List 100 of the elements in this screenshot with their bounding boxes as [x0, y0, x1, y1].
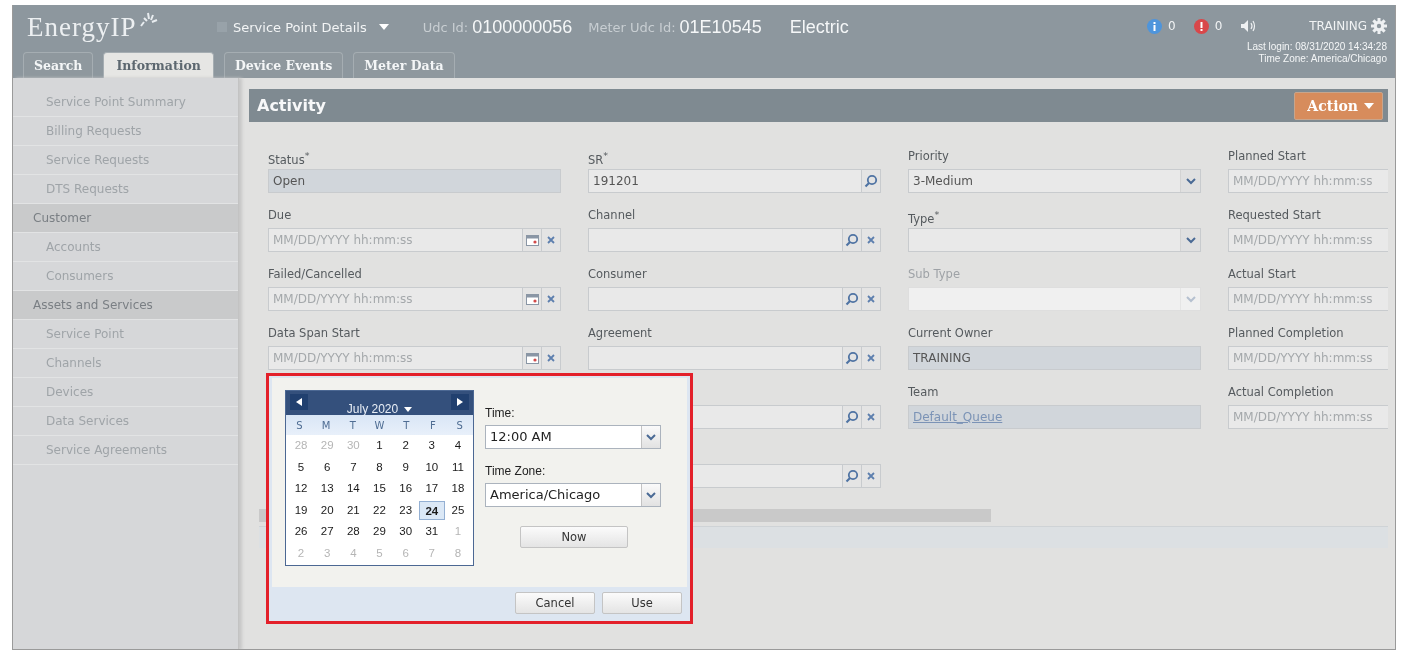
weekday-label: F — [429, 419, 437, 431]
calendar-day[interactable]: 10 — [418, 456, 445, 478]
tab[interactable]: Meter Data — [353, 52, 455, 78]
input-field[interactable] — [588, 346, 843, 370]
input-field[interactable]: 191201 — [588, 169, 862, 193]
search-icon — [845, 233, 859, 247]
field-label: Time: — [485, 406, 516, 422]
calendar-day[interactable]: 31 — [418, 521, 445, 543]
calendar-day[interactable]: 17 — [418, 478, 445, 500]
caret-icon — [404, 406, 413, 412]
calendar-day[interactable]: 19 — [288, 499, 315, 521]
calendar-day[interactable]: 8 — [366, 456, 393, 478]
alert-icon[interactable] — [1193, 18, 1209, 34]
clear-button[interactable] — [862, 287, 881, 311]
clear-button[interactable] — [862, 405, 881, 429]
search-button[interactable] — [843, 405, 862, 429]
close-icon — [866, 471, 876, 481]
calendar-button[interactable] — [523, 346, 542, 370]
calendar-day[interactable]: 18 — [444, 478, 471, 500]
clear-button[interactable] — [542, 228, 561, 252]
calendar-day[interactable]: 12 — [288, 478, 315, 500]
tab[interactable]: Device Events — [223, 52, 344, 78]
calendar-icon — [525, 293, 539, 305]
search-button[interactable] — [843, 228, 862, 252]
id-value: 0100000056 — [472, 16, 573, 39]
calendar-day[interactable]: 28 — [340, 521, 367, 543]
clear-button[interactable] — [542, 287, 561, 311]
calendar-day[interactable]: 25 — [444, 499, 471, 521]
calendar-day[interactable]: 29 — [366, 521, 393, 543]
field-label: Channel — [588, 208, 637, 224]
action-button[interactable]: Action — [1294, 91, 1383, 120]
calendar-day[interactable]: 14 — [340, 478, 367, 500]
calendar-day[interactable]: 1 — [366, 435, 393, 457]
weekday-label: S — [455, 419, 464, 431]
calendar-day[interactable]: 11 — [444, 456, 471, 478]
field-label: Time Zone: — [485, 464, 547, 480]
settings-icon[interactable] — [1371, 18, 1387, 34]
time-zone-text: Time Zone: America/Chicago — [1258, 53, 1387, 65]
page-menu-button[interactable]: Service Point Details — [217, 11, 389, 43]
close-icon — [546, 353, 556, 363]
field-label: Actual Start — [1228, 267, 1297, 283]
calendar-day[interactable]: 7 — [340, 456, 367, 478]
calendar-day[interactable]: 15 — [366, 478, 393, 500]
sun-rays-icon — [137, 12, 158, 28]
calendar-day[interactable]: 23 — [392, 499, 419, 521]
next-month-button[interactable] — [451, 394, 469, 410]
chevron-down-icon — [1184, 176, 1197, 186]
use-button[interactable]: Use — [602, 592, 682, 614]
search-button[interactable] — [843, 346, 862, 370]
close-icon — [866, 235, 876, 245]
tab[interactable]: Information — [103, 52, 214, 78]
calendar-button[interactable] — [523, 228, 542, 252]
input-field[interactable]: Open — [268, 169, 561, 193]
calendar-day[interactable]: 20 — [314, 499, 341, 521]
dropdown[interactable]: 12:00 AM — [485, 425, 661, 449]
search-button[interactable] — [843, 287, 862, 311]
calendar-day[interactable]: 30 — [392, 521, 419, 543]
previous-month-button[interactable] — [290, 394, 308, 410]
calendar-day[interactable]: 2 — [392, 435, 419, 457]
calendar-day[interactable]: 9 — [392, 456, 419, 478]
field-label: Agreement — [588, 326, 653, 342]
tab[interactable]: Search — [23, 52, 94, 78]
calendar-day[interactable]: 22 — [366, 499, 393, 521]
input-field[interactable] — [588, 228, 843, 252]
info-icon[interactable] — [1147, 18, 1162, 34]
clear-button[interactable] — [862, 346, 881, 370]
close-icon — [866, 353, 876, 363]
cancel-button[interactable]: Cancel — [515, 592, 595, 614]
clear-button[interactable] — [542, 346, 561, 370]
search-button[interactable] — [862, 169, 881, 193]
field-label: Data Span Start — [268, 326, 361, 342]
calendar-day[interactable]: 5 — [288, 456, 315, 478]
close-icon — [866, 412, 876, 422]
calendar-day[interactable]: 6 — [314, 456, 341, 478]
calendar-button[interactable] — [523, 287, 542, 311]
field-label: Status$^{*}$ — [268, 149, 311, 169]
field-label: Planned Start — [1228, 149, 1307, 165]
calendar-day[interactable]: 24 — [418, 500, 445, 520]
calendar-day[interactable]: 4 — [444, 435, 471, 457]
calendar-day[interactable]: 21 — [340, 499, 367, 521]
now-button[interactable]: Now — [520, 526, 628, 548]
calendar-day[interactable]: 27 — [314, 521, 341, 543]
clear-button[interactable] — [862, 228, 881, 252]
input-field[interactable]: TRAINING — [908, 346, 1201, 370]
calendar-day[interactable]: 26 — [288, 521, 315, 543]
weekday-label: M — [320, 419, 332, 431]
speaker-icon[interactable] — [1240, 19, 1258, 33]
dropdown[interactable]: 3-Medium — [908, 169, 1201, 193]
count-label: 0 — [1168, 19, 1176, 33]
input-field[interactable] — [588, 287, 843, 311]
calendar-day[interactable]: 13 — [314, 478, 341, 500]
close-icon — [866, 294, 876, 304]
clear-button[interactable] — [862, 464, 881, 488]
dropdown[interactable]: America/Chicago — [485, 483, 661, 507]
count-label: 0 — [1214, 19, 1223, 33]
calendar-day[interactable]: 3 — [418, 435, 445, 457]
field-label: Planned Completion — [1228, 326, 1345, 342]
search-button[interactable] — [843, 464, 862, 488]
calendar-day[interactable]: 16 — [392, 478, 419, 500]
close-icon — [546, 235, 556, 245]
